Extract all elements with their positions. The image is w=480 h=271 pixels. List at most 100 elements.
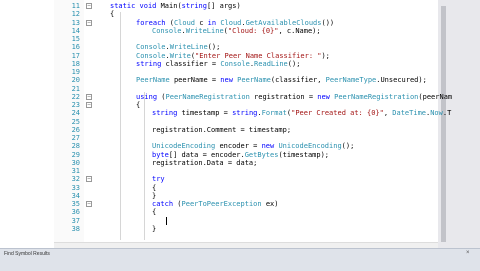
code-token: PeerName bbox=[136, 76, 174, 85]
code-token: PeerToPeerException bbox=[181, 200, 266, 208]
code-token: Console bbox=[220, 59, 250, 68]
code-line: Console.WriteLine(); bbox=[136, 43, 220, 51]
code-token: "Enter Peer Name Classifier: " bbox=[195, 51, 322, 60]
code-token: PeerName bbox=[237, 76, 271, 85]
line-number: 20 bbox=[71, 76, 80, 85]
code-line: { bbox=[152, 184, 156, 192]
code-token: PeerNameRegistration bbox=[334, 92, 419, 101]
code-token: Console bbox=[152, 26, 182, 35]
code-line: foreach (Cloud c in Cloud.GetAvailableCl… bbox=[136, 19, 334, 27]
line-number: 38 bbox=[71, 224, 80, 233]
code-token: new bbox=[261, 142, 279, 151]
code-token: registration.Comment = timestamp; bbox=[152, 125, 292, 134]
code-token: registration = bbox=[254, 92, 318, 101]
line-number: 13 bbox=[71, 18, 80, 27]
line-number: 30 bbox=[71, 158, 80, 167]
code-token: "Cloud: {0}" bbox=[227, 26, 279, 35]
line-number: 28 bbox=[71, 142, 80, 151]
scrollbar-thumb[interactable] bbox=[441, 6, 446, 242]
text-caret bbox=[166, 216, 167, 225]
line-number: 24 bbox=[71, 109, 80, 118]
line-number: 31 bbox=[71, 167, 80, 175]
minus-icon[interactable]: − bbox=[86, 3, 92, 9]
code-token: ); bbox=[321, 51, 330, 60]
code-token: byte bbox=[152, 150, 169, 159]
code-line: } bbox=[152, 192, 156, 200]
code-token: Format bbox=[261, 109, 287, 118]
code-token: encoder = bbox=[219, 142, 262, 151]
code-token: new bbox=[317, 92, 335, 101]
minus-icon[interactable]: − bbox=[86, 19, 92, 26]
line-number: 14 bbox=[71, 26, 80, 35]
code-line: Console.Write("Enter Peer Name Classifie… bbox=[136, 52, 330, 60]
panel-title: Find Symbol Results bbox=[4, 251, 50, 257]
code-token: UnicodeEncoding bbox=[152, 142, 220, 151]
code-token: string bbox=[152, 109, 182, 118]
code-token: GetBytes bbox=[244, 150, 279, 159]
line-number: 37 bbox=[71, 216, 80, 225]
line-number: 23 bbox=[71, 101, 80, 109]
line-number: 27 bbox=[71, 134, 80, 142]
indent-guide bbox=[144, 92, 145, 240]
code-line: UnicodeEncoding encoder = new UnicodeEnc… bbox=[152, 142, 354, 150]
line-number: 33 bbox=[71, 183, 80, 192]
line-number: 32 bbox=[71, 175, 80, 184]
code-token: PeerNameRegistration bbox=[165, 92, 255, 101]
line-number: 29 bbox=[71, 150, 80, 159]
code-token: , c.Name); bbox=[278, 26, 321, 35]
code-line: try bbox=[152, 175, 165, 183]
line-number: 34 bbox=[71, 191, 80, 200]
code-token: in bbox=[207, 18, 221, 27]
code-line: static void Main(string[] args) bbox=[110, 2, 241, 10]
code-token: { bbox=[152, 208, 157, 217]
code-line: Console.WriteLine("Cloud: {0}", c.Name); bbox=[152, 27, 321, 35]
code-editor[interactable] bbox=[54, 0, 439, 248]
code-token: GetAvailableClouds bbox=[245, 18, 322, 27]
code-token: Now bbox=[430, 109, 443, 118]
minus-icon[interactable]: − bbox=[86, 102, 92, 108]
find-results-panel bbox=[0, 248, 480, 271]
code-line: byte[] data = encoder.GetBytes(timestamp… bbox=[152, 151, 329, 159]
line-number: 26 bbox=[71, 125, 80, 134]
minus-icon[interactable]: − bbox=[86, 93, 92, 100]
code-line: registration.Data = data; bbox=[152, 159, 257, 167]
code-token: (peerNam bbox=[418, 92, 453, 101]
line-number: 16 bbox=[71, 43, 80, 52]
line-number: 17 bbox=[71, 51, 80, 60]
line-number: 11 bbox=[71, 2, 80, 10]
code-token: foreach bbox=[136, 18, 170, 27]
code-line: { bbox=[136, 101, 140, 109]
line-number: 18 bbox=[71, 59, 80, 68]
minus-icon[interactable]: − bbox=[86, 201, 92, 207]
code-token: } bbox=[152, 224, 157, 233]
code-token: { bbox=[136, 101, 141, 109]
code-token: WriteLine bbox=[185, 26, 224, 35]
code-token: (classifier, bbox=[270, 76, 326, 85]
code-token: Console bbox=[136, 43, 166, 52]
code-token: (); bbox=[207, 43, 221, 52]
code-token: DateTime bbox=[392, 109, 426, 118]
code-token: "Peer Created at: {0}" bbox=[291, 109, 384, 118]
code-line: { bbox=[110, 10, 114, 18]
line-number: 35 bbox=[71, 200, 80, 208]
outline-margin bbox=[84, 0, 96, 248]
code-token: string bbox=[232, 109, 258, 118]
indent-guide bbox=[120, 12, 121, 240]
minus-icon[interactable]: − bbox=[86, 176, 92, 183]
code-line: registration.Comment = timestamp; bbox=[152, 126, 291, 134]
line-number: 15 bbox=[71, 35, 80, 43]
code-line: catch (PeerToPeerException ex) bbox=[152, 200, 278, 208]
code-token: } bbox=[152, 191, 157, 200]
code-token: new bbox=[220, 76, 238, 85]
code-token: [] args) bbox=[206, 2, 241, 10]
code-line: string timestamp = string.Format("Peer C… bbox=[152, 109, 451, 117]
code-token: { bbox=[152, 183, 157, 192]
code-token: { bbox=[110, 10, 115, 19]
code-token: string bbox=[136, 59, 166, 68]
close-icon[interactable]: × bbox=[466, 250, 470, 256]
line-number: 36 bbox=[71, 208, 80, 217]
code-line: using (PeerNameRegistration registration… bbox=[136, 93, 452, 101]
line-number: 21 bbox=[71, 84, 80, 93]
code-token: timestamp = bbox=[181, 109, 233, 118]
code-token: Cloud bbox=[220, 18, 242, 27]
